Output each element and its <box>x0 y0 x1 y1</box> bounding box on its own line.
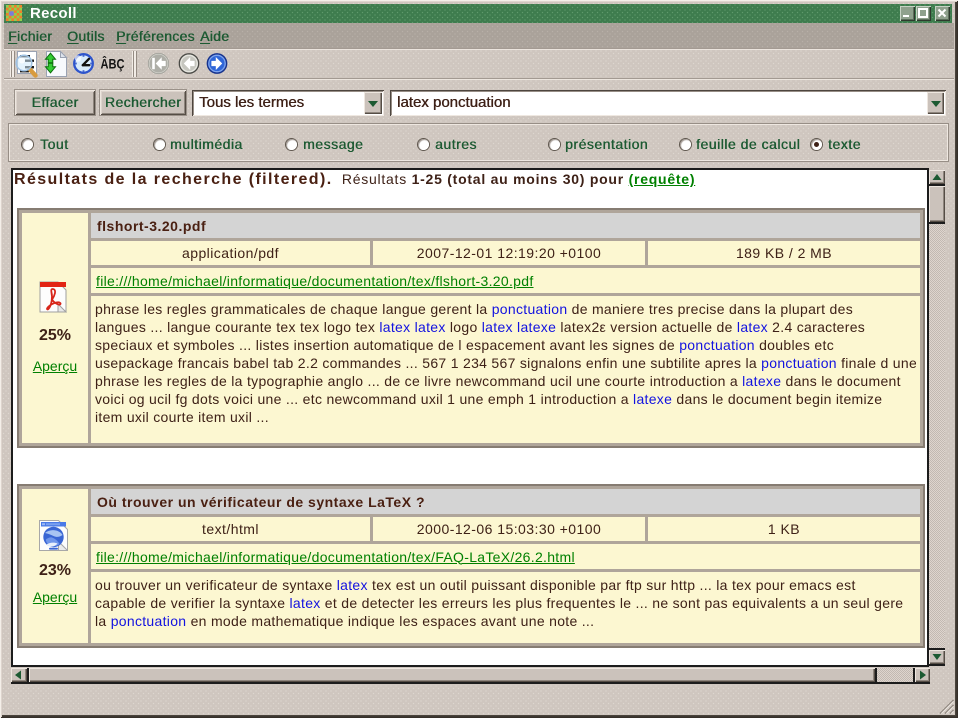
svg-text:ÂBÇ: ÂBÇ <box>101 55 125 72</box>
